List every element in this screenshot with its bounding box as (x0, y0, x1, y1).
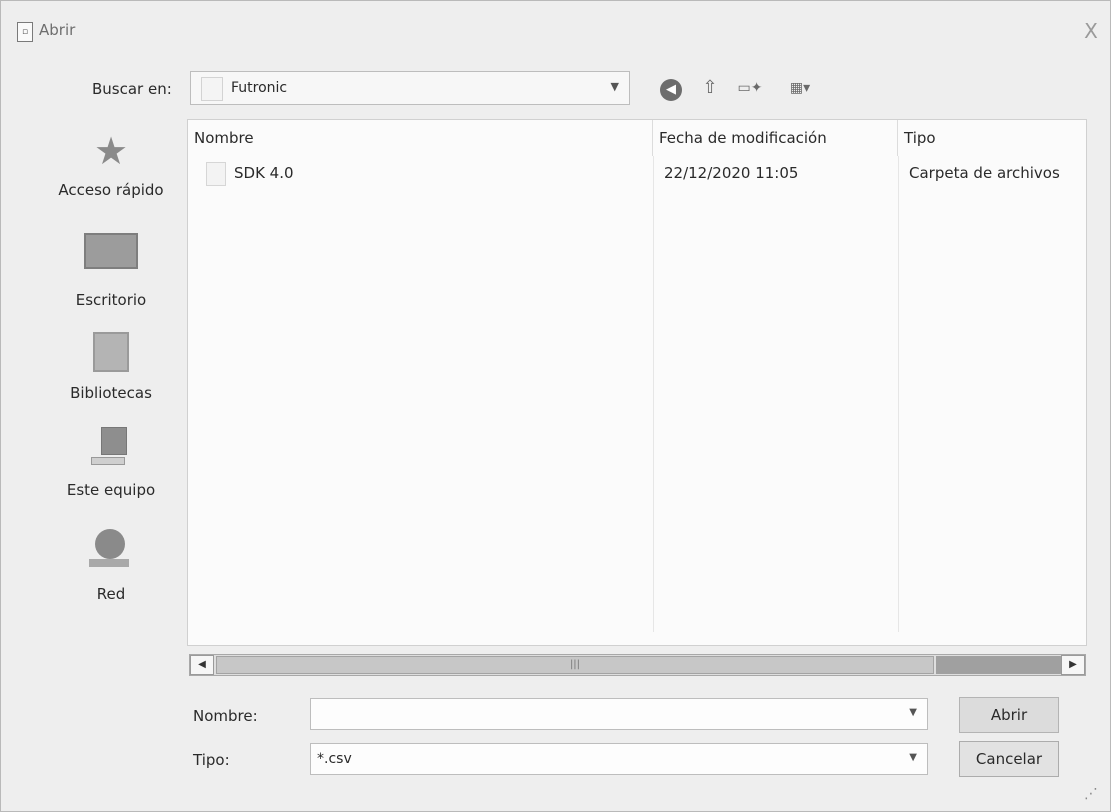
column-header-date[interactable]: Fecha de modificación (653, 120, 898, 156)
place-this-pc[interactable]: Este equipo (41, 427, 181, 499)
libraries-icon (93, 332, 129, 372)
lookin-value: Futronic (231, 80, 288, 96)
column-divider (898, 156, 899, 632)
views-menu-button[interactable]: ▦▾ (779, 74, 821, 102)
computer-icon (91, 427, 131, 467)
scroll-left-button[interactable]: ◀ (190, 655, 214, 675)
close-button[interactable]: X (1076, 16, 1106, 46)
back-arrow-icon: ◀ (660, 79, 682, 101)
row-type: Carpeta de archivos (909, 164, 1060, 182)
horizontal-scrollbar[interactable]: ◀ ||| ▶ (189, 654, 1086, 676)
chevron-down-icon[interactable]: ▼ (909, 707, 917, 718)
new-folder-icon: ▭✦ (737, 80, 763, 96)
open-file-dialog: ▫ Abrir X Buscar en: Futronic ▼ ◀ ⇧ ▭✦ ▦… (0, 0, 1111, 812)
place-quick-access[interactable]: ★ Acceso rápido (41, 129, 181, 199)
up-arrow-icon: ⇧ (702, 77, 718, 98)
row-name: SDK 4.0 (234, 164, 294, 182)
column-divider (653, 156, 654, 632)
chevron-down-icon: ▼ (610, 80, 619, 93)
place-label: Bibliotecas (70, 384, 152, 402)
filename-combo[interactable]: ▼ (310, 698, 928, 730)
place-network[interactable]: Red (41, 529, 181, 603)
lookin-label: Buscar en: (92, 80, 172, 98)
app-icon: ▫ (17, 22, 33, 42)
place-label: Escritorio (75, 291, 147, 309)
folder-icon (206, 162, 226, 186)
scrollbar-thumb[interactable]: ||| (216, 656, 934, 674)
cancel-button[interactable]: Cancelar (959, 741, 1059, 777)
lookin-dropdown[interactable]: Futronic ▼ (190, 71, 630, 105)
row-date: 22/12/2020 11:05 (664, 164, 799, 182)
open-button[interactable]: Abrir (959, 697, 1059, 733)
network-icon (89, 529, 133, 569)
filetype-value: *.csv (317, 751, 352, 767)
filename-label: Nombre: (193, 707, 258, 725)
chevron-down-icon[interactable]: ▼ (909, 752, 917, 763)
filetype-dropdown[interactable]: *.csv ▼ (310, 743, 928, 775)
place-label: Acceso rápido (58, 181, 164, 199)
resize-grip-icon[interactable]: ⋰ (1084, 786, 1098, 802)
star-icon: ★ (93, 129, 129, 173)
file-list[interactable]: Nombre Fecha de modificación Tipo SDK 4.… (187, 119, 1087, 646)
desktop-icon (84, 233, 138, 269)
place-desktop[interactable]: Escritorio (41, 229, 181, 309)
place-libraries[interactable]: Bibliotecas (41, 332, 181, 402)
scroll-right-button[interactable]: ▶ (1061, 655, 1085, 675)
place-label: Este equipo (66, 481, 156, 499)
new-folder-button[interactable]: ▭✦ (735, 74, 765, 102)
table-row[interactable]: SDK 4.0 22/12/2020 11:05 Carpeta de arch… (188, 156, 1088, 190)
up-folder-button[interactable]: ⇧ (697, 74, 723, 102)
filetype-label: Tipo: (193, 751, 230, 769)
window-title: Abrir (39, 21, 76, 39)
place-label: Red (96, 585, 126, 603)
column-header-name[interactable]: Nombre (188, 120, 653, 156)
folder-icon (201, 77, 223, 101)
scrollbar-track[interactable] (936, 656, 1062, 674)
places-bar: ★ Acceso rápido Escritorio Bibliotecas E… (41, 119, 181, 639)
view-grid-icon: ▦▾ (789, 80, 811, 96)
column-header-type[interactable]: Tipo (898, 120, 1088, 156)
back-button[interactable]: ◀ (657, 74, 685, 102)
title-bar: ▫ Abrir X (1, 1, 1111, 61)
